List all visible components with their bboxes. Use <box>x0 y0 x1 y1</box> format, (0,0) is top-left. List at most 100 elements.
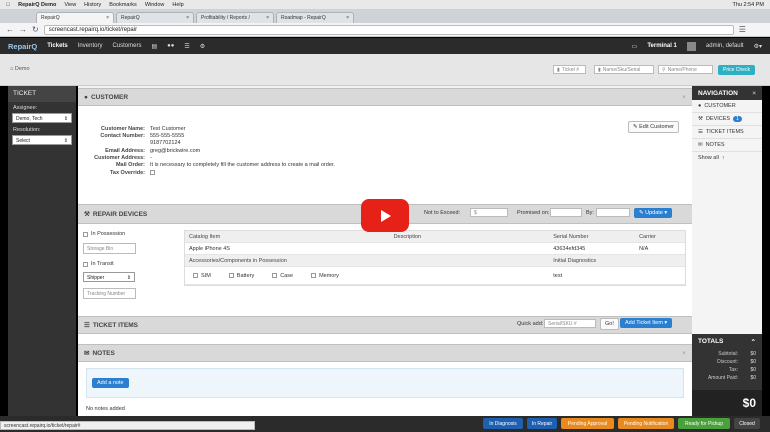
pending-approval-button[interactable]: Pending Approval <box>561 418 614 429</box>
nav-inventory[interactable]: Inventory <box>78 43 103 49</box>
table-row[interactable]: Apple iPhone 4S 43634efd345 N/A <box>185 243 685 255</box>
list-icon[interactable]: ☰ <box>184 43 189 50</box>
close-icon[interactable]: × <box>682 350 686 357</box>
page-toolbar: ⌂ Demo ▮ Ticket # ▮ Name/Sku/Serial ⚲ Name/… <box>0 54 770 86</box>
terminal-icon: ▭ <box>631 43 638 50</box>
customer-name-row: Customer Name: Test Customer <box>100 126 186 132</box>
close-icon: × <box>266 15 269 21</box>
tax-override-checkbox[interactable] <box>150 170 155 175</box>
app-logo[interactable]: RepairQ <box>8 42 37 51</box>
app-name[interactable]: RepairQ Demo <box>18 2 56 8</box>
discount-row: Discount: $0 <box>717 359 756 365</box>
totals-panel: TOTALS ⌃ Subtotal: $0 Discount: $0 Tax: $0 A… <box>692 334 762 416</box>
in-possession-row[interactable]: In Possession <box>83 231 125 237</box>
video-play-button[interactable] <box>361 199 409 232</box>
nav-ticket-items[interactable]: ☰ TICKET ITEMS <box>692 126 762 139</box>
browser-tab[interactable]: Profitability / Reports / × <box>196 12 274 23</box>
tax-row: Tax: $0 <box>728 367 756 373</box>
barcode-icon: ▮ <box>598 66 601 73</box>
forward-icon[interactable]: → <box>19 25 27 34</box>
menu-view[interactable]: View <box>64 2 76 8</box>
comment-icon: ✉ <box>698 142 703 148</box>
back-icon[interactable]: ← <box>6 25 14 34</box>
address-bar[interactable]: screencast.repairq.io/ticket/repair <box>43 24 734 35</box>
main-content: ● CUSTOMER × Customer Name: Test Customer … <box>78 86 692 416</box>
subtotal-row: Subtotal: $0 <box>718 351 756 357</box>
promised-on-label: Promised on: <box>517 210 550 216</box>
browser-tab[interactable]: RepairQ × <box>36 12 114 23</box>
go-button[interactable]: Go! <box>600 318 619 330</box>
menu-window[interactable]: Window <box>145 2 165 8</box>
shipper-select[interactable]: Shipper ⇕ <box>83 272 135 282</box>
in-transit-checkbox <box>83 261 88 267</box>
accessory-sim[interactable]: SIM <box>193 273 211 279</box>
browser-tabbar: RepairQ × RepairQ × Profitability / Report… <box>0 9 770 23</box>
in-repair-button[interactable]: In Repair <box>527 418 557 429</box>
update-button[interactable]: ✎ Update ▾ <box>634 208 673 218</box>
browser-tab[interactable]: Roadmap - RepairQ × <box>276 12 354 23</box>
close-icon: × <box>346 15 349 21</box>
wrench-icon: ⚒ <box>698 116 703 122</box>
list-icon: ☰ <box>84 322 90 329</box>
chevron-down-icon: ⇕ <box>126 275 131 281</box>
accessory-battery[interactable]: Battery <box>228 273 254 279</box>
menu-icon[interactable]: ☰ <box>739 25 746 34</box>
mail-order-row: Mail Order: It is necessary to completely… <box>115 162 335 168</box>
quick-add-label: Quick add: <box>517 321 544 327</box>
in-transit-row[interactable]: In Transit <box>83 261 114 267</box>
by-label: By: <box>586 210 594 216</box>
close-icon[interactable]: × <box>682 94 686 101</box>
add-note-button[interactable]: Add a note <box>92 378 129 388</box>
apple-icon[interactable]:  <box>6 2 10 8</box>
tax-override-row: Tax Override: <box>78 170 155 176</box>
storage-bin-input[interactable]: Storage Bin <box>83 243 136 254</box>
navigation-title: NAVIGATION × <box>692 86 762 100</box>
tracking-number-input[interactable]: Tracking Number <box>83 288 136 299</box>
nav-customer[interactable]: ● CUSTOMER <box>692 100 762 113</box>
price-check-button[interactable]: Price Check <box>718 65 755 75</box>
phone-search-input[interactable]: ⚲ Name/Phone <box>658 65 713 74</box>
device-table: Catalog Item Description Serial Number C… <box>184 230 686 286</box>
reload-icon[interactable]: ↻ <box>32 25 39 34</box>
add-ticket-item-button[interactable]: Add Ticket Item ▾ <box>620 318 673 328</box>
settings-icon[interactable]: ⚙▾ <box>754 43 762 50</box>
nav-tickets[interactable]: Tickets <box>47 43 68 49</box>
list-icon: ☰ <box>698 129 703 135</box>
ticket-search-input[interactable]: ▮ Ticket # <box>553 65 586 74</box>
browser-tab[interactable]: RepairQ × <box>116 12 194 23</box>
menu-help[interactable]: Help <box>172 2 183 8</box>
breadcrumb[interactable]: ⌂ Demo <box>10 66 30 72</box>
avatar[interactable] <box>686 41 696 51</box>
promised-on-input[interactable] <box>550 208 582 217</box>
notes-editor <box>86 368 684 398</box>
gear-icon[interactable]: ⚙ <box>200 43 205 50</box>
nav-devices[interactable]: ⚒ DEVICES 1 <box>692 113 762 126</box>
in-diagnosis-button[interactable]: In Diagnosis <box>483 418 523 429</box>
user-menu[interactable]: admin, default <box>706 43 744 49</box>
edit-customer-button[interactable]: ✎ Edit Customer <box>628 121 679 133</box>
not-to-exceed-input[interactable]: $ <box>470 208 508 217</box>
closed-button[interactable]: Closed <box>734 418 760 429</box>
by-select[interactable] <box>596 208 630 217</box>
initial-diagnostics[interactable]: test <box>549 273 685 279</box>
pending-notification-button[interactable]: Pending Notification <box>618 418 674 429</box>
nav-notes[interactable]: ✉ NOTES <box>692 139 762 152</box>
nav-customers[interactable]: Customers <box>112 43 141 49</box>
quick-add-input[interactable]: Serial/SKU # <box>544 319 596 328</box>
users-icon[interactable]: ●● <box>167 43 174 49</box>
chart-icon[interactable]: ▤ <box>151 43 157 50</box>
sku-search-input[interactable]: ▮ Name/Sku/Serial <box>594 65 654 74</box>
address-row: Customer Address: - <box>94 155 152 161</box>
terminal-name[interactable]: Terminal 1 <box>647 43 677 49</box>
app-navbar: RepairQ Tickets Inventory Customers ▤ ●●… <box>0 38 770 54</box>
accessory-memory[interactable]: Memory <box>311 273 339 279</box>
show-all-link[interactable]: Show all ↑ <box>692 152 762 164</box>
menu-bookmarks[interactable]: Bookmarks <box>109 2 137 8</box>
menu-history[interactable]: History <box>84 2 101 8</box>
user-icon: ● <box>84 93 88 101</box>
accessory-case[interactable]: Case <box>272 273 293 279</box>
resolution-select[interactable]: Select ⇕ <box>12 135 72 145</box>
ticket-items-body <box>78 334 692 344</box>
assignee-select[interactable]: Demo, Tech ⇕ <box>12 113 72 123</box>
ready-for-pickup-button[interactable]: Ready for Pickup <box>678 418 730 429</box>
